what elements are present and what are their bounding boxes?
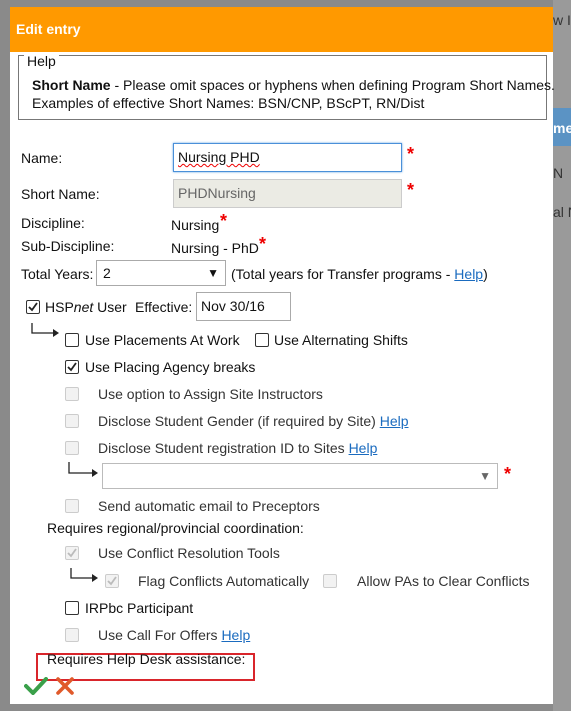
disclose-gender-help-link[interactable]: Help — [380, 413, 409, 429]
required-asterisk: * — [407, 180, 415, 200]
total-years-label: Total Years: — [21, 266, 94, 282]
assign-site-instructors-checkbox[interactable] — [65, 387, 79, 401]
call-for-offers-checkbox[interactable] — [65, 628, 79, 642]
call-for-offers-text: Use Call For Offers — [98, 627, 222, 643]
name-value: Nursing PHD — [178, 149, 260, 165]
send-email-preceptors-checkbox[interactable] — [65, 499, 79, 513]
hspnet-user-label: HSPnet User — [45, 299, 127, 315]
short-name-input[interactable]: PHDNursing — [173, 179, 402, 208]
allow-pas-label: Allow PAs to Clear Conflicts — [357, 573, 530, 589]
help-line1: - Please omit spaces or hyphens when def… — [110, 77, 555, 93]
short-name-label: Short Name: — [21, 186, 100, 202]
conflict-resolution-checkbox[interactable] — [65, 546, 79, 560]
irpbc-participant-checkbox[interactable] — [65, 601, 79, 615]
irpbc-participant-label: IRPbc Participant — [85, 600, 194, 616]
subdiscipline-label: Sub-Discipline: — [21, 238, 115, 254]
checkmark-icon — [67, 548, 77, 558]
assign-site-instructors-label: Use option to Assign Site Instructors — [98, 386, 323, 402]
use-placing-agency-breaks-label: Use Placing Agency breaks — [85, 359, 256, 375]
background-text-fragment: al N — [553, 204, 571, 220]
background-page: w In me N al N — [553, 0, 571, 711]
cancel-x-icon[interactable] — [56, 677, 74, 695]
help-legend: Help — [24, 53, 59, 69]
disclose-registration-text: Disclose Student registration ID to Site… — [98, 440, 349, 456]
total-years-select[interactable]: 2 ▼ — [96, 260, 226, 286]
total-years-note: (Total years for Transfer programs - Hel… — [231, 266, 488, 282]
disclose-registration-label: Disclose Student registration ID to Site… — [98, 440, 377, 456]
background-text-fragment: me — [553, 120, 571, 136]
edit-entry-dialog: Edit entry Help Short Name - Please omit… — [10, 7, 555, 704]
background-text-fragment: N — [553, 165, 564, 181]
use-placing-agency-breaks-checkbox[interactable] — [65, 360, 79, 374]
sub-option-arrow-icon — [68, 462, 98, 477]
use-alternating-shifts-label: Use Alternating Shifts — [274, 332, 408, 348]
checkmark-icon — [107, 576, 117, 586]
total-years-value: 2 — [103, 265, 111, 281]
disclose-gender-label: Disclose Student Gender (if required by … — [98, 413, 409, 429]
disclose-registration-checkbox[interactable] — [65, 441, 79, 455]
hspnet-label-em: net — [73, 299, 94, 315]
name-label: Name: — [21, 150, 63, 166]
hspnet-label-pre: HSP — [45, 299, 74, 315]
hspnet-label-post: User — [93, 299, 127, 315]
required-asterisk: * — [259, 234, 267, 254]
disclose-gender-text: Disclose Student Gender (if required by … — [98, 413, 380, 429]
call-for-offers-label: Use Call For Offers Help — [98, 627, 250, 643]
name-input[interactable]: Nursing PHD — [173, 143, 402, 172]
help-bold-term: Short Name — [32, 77, 111, 93]
use-placements-at-work-checkbox[interactable] — [65, 333, 79, 347]
total-years-note-text: (Total years for Transfer programs - — [231, 266, 455, 282]
discipline-value: Nursing — [171, 217, 220, 233]
total-years-help-link[interactable]: Help — [454, 266, 483, 282]
use-alternating-shifts-checkbox[interactable] — [255, 333, 269, 347]
dialog-title: Edit entry — [10, 7, 553, 52]
allow-pas-checkbox[interactable] — [323, 574, 337, 588]
flag-conflicts-checkbox[interactable] — [105, 574, 119, 588]
discipline-label: Discipline: — [21, 215, 85, 231]
effective-date-input[interactable]: Nov 30/16 — [196, 292, 291, 321]
checkmark-icon — [67, 362, 77, 372]
send-email-preceptors-label: Send automatic email to Preceptors — [98, 498, 320, 514]
sub-option-arrow-icon — [31, 323, 59, 337]
required-asterisk: * — [220, 211, 228, 231]
flag-conflicts-label: Flag Conflicts Automatically — [138, 573, 310, 589]
disclose-gender-checkbox[interactable] — [65, 414, 79, 428]
dropdown-arrow-icon: ▼ — [207, 266, 219, 280]
call-for-offers-help-link[interactable]: Help — [221, 627, 250, 643]
total-years-note-close: ) — [483, 266, 488, 282]
background-text-fragment: w In — [553, 12, 571, 28]
dropdown-arrow-icon: ▼ — [479, 469, 491, 483]
helpdesk-heading: Requires Help Desk assistance: — [47, 651, 246, 667]
help-line2: Examples of effective Short Names: BSN/C… — [32, 95, 425, 111]
required-asterisk: * — [504, 464, 512, 484]
help-text: Short Name - Please omit spaces or hyphe… — [32, 76, 555, 112]
sub-option-arrow-icon — [70, 568, 98, 582]
regional-coordination-heading: Requires regional/provincial coordinatio… — [47, 520, 304, 536]
effective-label: Effective: — [135, 299, 193, 315]
subdiscipline-value: Nursing - PhD — [171, 240, 259, 256]
checkmark-icon — [28, 302, 38, 312]
use-placements-at-work-label: Use Placements At Work — [85, 332, 240, 348]
save-checkmark-icon[interactable] — [24, 677, 48, 695]
required-asterisk: * — [407, 144, 415, 164]
disclose-registration-help-link[interactable]: Help — [349, 440, 378, 456]
registration-id-select[interactable]: ▼ — [102, 463, 498, 489]
hspnet-user-checkbox[interactable] — [26, 300, 40, 314]
background-header-bar: me — [553, 108, 571, 146]
conflict-resolution-label: Use Conflict Resolution Tools — [98, 545, 280, 561]
